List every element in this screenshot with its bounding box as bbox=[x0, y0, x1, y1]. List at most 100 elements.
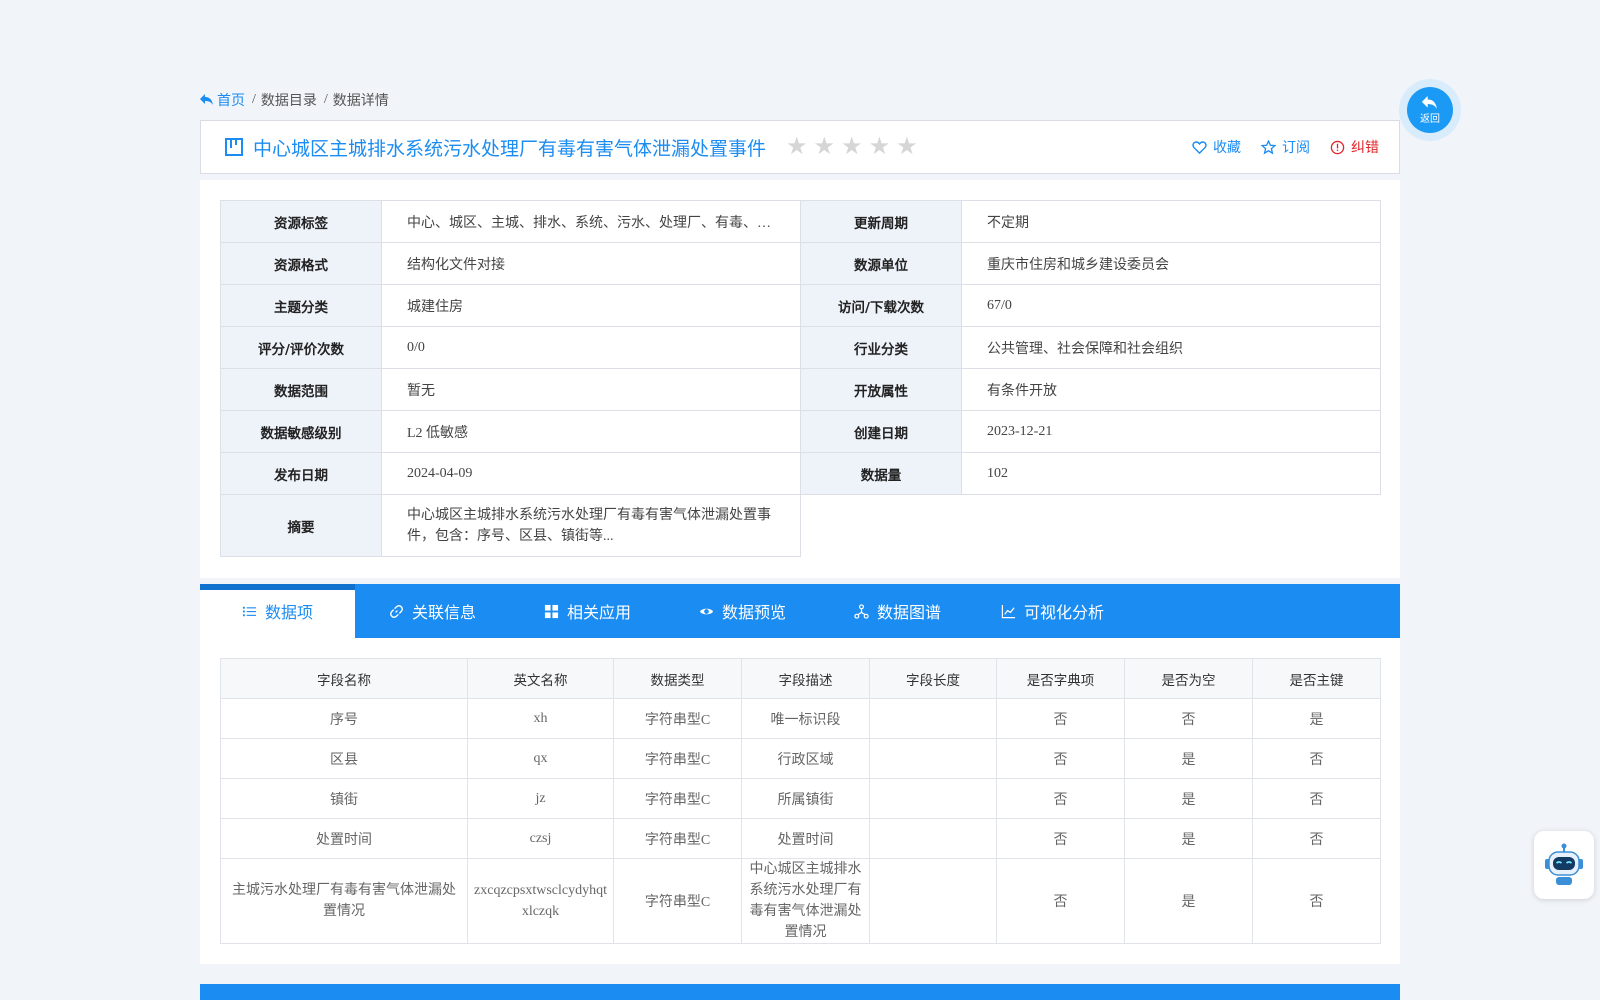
table-cell: 镇街 bbox=[220, 778, 468, 819]
table-cell: 否 bbox=[1124, 698, 1253, 739]
info-value: 公共管理、社会保障和社会组织 bbox=[961, 326, 1381, 369]
back-button-inner: 返回 bbox=[1407, 87, 1453, 133]
table-cell: 否 bbox=[1252, 858, 1381, 944]
cell-line: 系统污水处理厂有 bbox=[749, 883, 862, 898]
table-cell: 字符串型C bbox=[613, 698, 742, 739]
table-cell: 字符串型C bbox=[613, 858, 742, 944]
table-cell bbox=[869, 818, 997, 859]
tab-visual-analysis[interactable]: 可视化分析 bbox=[975, 584, 1130, 638]
table-cell: 否 bbox=[1252, 818, 1381, 859]
info-value: 2023-12-21 bbox=[961, 410, 1381, 453]
table-row: 序号 xh 字符串型C 唯一标识段 否 否 是 bbox=[220, 698, 1381, 739]
star-icon[interactable]: ★ bbox=[814, 135, 836, 159]
table-cell: 是 bbox=[1252, 698, 1381, 739]
info-label: 资源格式 bbox=[220, 242, 382, 285]
table-cell: 唯一标识段 bbox=[741, 698, 870, 739]
cell-line: 中心城区主城排水 bbox=[749, 862, 862, 877]
table-cell: 中心城区主城排水 系统污水处理厂有 毒有害气体泄漏处 置情况 bbox=[741, 858, 870, 944]
tab-related-info[interactable]: 关联信息 bbox=[355, 584, 510, 638]
table-cell: 否 bbox=[996, 738, 1125, 779]
breadcrumb-separator: / bbox=[323, 92, 328, 107]
fields-panel: 字段名称 英文名称 数据类型 字段描述 字段长度 是否字典项 是否为空 是否主键… bbox=[200, 638, 1400, 964]
info-row: 资源格式 结构化文件对接 数源单位 重庆市住房和城乡建设委员会 bbox=[220, 242, 1381, 285]
column-header: 数据类型 bbox=[613, 658, 742, 699]
breadcrumb-home-label: 首页 bbox=[217, 94, 245, 109]
tabs-bar: 数据项 关联信息 相关应用 数据预览 数据图谱 可视化分析 bbox=[200, 584, 1400, 638]
page-title: 中心城区主城排水系统污水处理厂有毒有害气体泄漏处置事件 bbox=[253, 137, 767, 160]
info-label: 评分/评价次数 bbox=[220, 326, 382, 369]
back-arrow-icon bbox=[200, 94, 213, 105]
resource-tags: 中心、城区、主城、排水、系统、污水、处理厂、有毒、有害、气体、泄漏、处置、事件 bbox=[407, 215, 775, 231]
breadcrumb-home[interactable]: 首页 bbox=[200, 90, 245, 110]
tab-related-apps[interactable]: 相关应用 bbox=[510, 584, 665, 638]
table-cell: 是 bbox=[1124, 778, 1253, 819]
tab-label: 数据项 bbox=[264, 603, 313, 622]
info-value: L2 低敏感 bbox=[381, 410, 801, 453]
table-cell: 主城污水处理厂有毒有害气体泄漏处 置情况 bbox=[220, 858, 468, 944]
list-icon bbox=[242, 606, 257, 616]
cell-line: 置情况 bbox=[323, 904, 365, 919]
breadcrumb-detail: 数据详情 bbox=[332, 94, 389, 109]
next-section-header bbox=[200, 984, 1400, 1000]
info-row: 资源标签 中心、城区、主城、排水、系统、污水、处理厂、有毒、有害、气体、泄漏、处… bbox=[220, 200, 1381, 243]
column-header: 是否主键 bbox=[1252, 658, 1381, 699]
table-cell: 区县 bbox=[220, 738, 468, 779]
back-button[interactable]: 返回 bbox=[1399, 79, 1461, 141]
info-table: 资源标签 中心、城区、主城、排水、系统、污水、处理厂、有毒、有害、气体、泄漏、处… bbox=[220, 200, 1381, 557]
table-header-row: 字段名称 英文名称 数据类型 字段描述 字段长度 是否字典项 是否为空 是否主键 bbox=[220, 658, 1381, 699]
back-arrow-icon bbox=[1421, 95, 1437, 109]
assistant-robot-button[interactable] bbox=[1534, 831, 1594, 899]
rating-stars[interactable]: ★ ★ ★ ★ ★ bbox=[786, 135, 918, 159]
star-icon[interactable]: ★ bbox=[896, 135, 918, 159]
info-label: 数据量 bbox=[800, 452, 962, 495]
cell-line: 主城污水处理厂有毒有害气体泄漏处 bbox=[232, 883, 456, 898]
info-value: 暂无 bbox=[381, 368, 801, 411]
subscribe-button[interactable]: 订阅 bbox=[1261, 137, 1310, 157]
breadcrumb-catalog[interactable]: 数据目录 bbox=[261, 90, 317, 110]
info-label: 访问/下载次数 bbox=[800, 284, 962, 327]
column-header: 字段描述 bbox=[741, 658, 870, 699]
column-header: 字段名称 bbox=[220, 658, 468, 699]
table-cell: 是 bbox=[1124, 738, 1253, 779]
info-row-summary: 摘要 中心城区主城排水系统污水处理厂有毒有害气体泄漏处置事 件，包含：序号、区县… bbox=[220, 494, 1381, 557]
table-cell: jz bbox=[467, 778, 614, 819]
info-panel: 资源标签 中心、城区、主城、排水、系统、污水、处理厂、有毒、有害、气体、泄漏、处… bbox=[200, 180, 1400, 578]
info-value: 城建住房 bbox=[381, 284, 801, 327]
table-cell: xh bbox=[467, 698, 614, 739]
summary-line: 件，包含：序号、区县、镇街等... bbox=[407, 528, 614, 544]
table-cell: 否 bbox=[996, 778, 1125, 819]
info-value: 不定期 bbox=[961, 200, 1381, 243]
empty-cell bbox=[961, 494, 1381, 557]
cell-line: 毒有害气体泄漏处 bbox=[749, 904, 862, 919]
info-label: 行业分类 bbox=[800, 326, 962, 369]
fields-table: 字段名称 英文名称 数据类型 字段描述 字段长度 是否字典项 是否为空 是否主键… bbox=[220, 658, 1381, 944]
star-icon[interactable]: ★ bbox=[841, 135, 863, 159]
cell-line: xlczqk bbox=[521, 904, 560, 919]
tab-data-graph[interactable]: 数据图谱 bbox=[820, 584, 975, 638]
breadcrumb-separator: / bbox=[252, 92, 256, 107]
info-label: 数据敏感级别 bbox=[220, 410, 382, 453]
heart-icon bbox=[1192, 140, 1207, 154]
table-cell: zxcqzcpsxtwsclcydyhqt xlczqk bbox=[467, 858, 614, 944]
info-label: 开放属性 bbox=[800, 368, 962, 411]
info-value: 重庆市住房和城乡建设委员会 bbox=[961, 242, 1381, 285]
tab-data-preview[interactable]: 数据预览 bbox=[665, 584, 820, 638]
info-label: 更新周期 bbox=[800, 200, 962, 243]
column-header: 英文名称 bbox=[467, 658, 614, 699]
star-icon[interactable]: ★ bbox=[786, 135, 808, 159]
report-error-button[interactable]: 纠错 bbox=[1330, 137, 1379, 157]
table-row: 主城污水处理厂有毒有害气体泄漏处 置情况 zxcqzcpsxtwsclcydyh… bbox=[220, 858, 1381, 944]
eye-icon bbox=[699, 608, 714, 614]
tab-data-items[interactable]: 数据项 bbox=[200, 584, 355, 638]
table-row: 镇街 jz 字符串型C 所属镇街 否 是 否 bbox=[220, 778, 1381, 819]
table-cell: 字符串型C bbox=[613, 778, 742, 819]
info-row: 发布日期 2024-04-09 数据量 102 bbox=[220, 452, 1381, 495]
subscribe-label: 订阅 bbox=[1282, 140, 1310, 156]
info-row: 评分/评价次数 0/0 行业分类 公共管理、社会保障和社会组织 bbox=[220, 326, 1381, 369]
alert-circle-icon bbox=[1330, 140, 1345, 154]
column-header: 是否字典项 bbox=[996, 658, 1125, 699]
favorite-button[interactable]: 收藏 bbox=[1192, 137, 1241, 157]
table-cell: 所属镇街 bbox=[741, 778, 870, 819]
star-icon[interactable]: ★ bbox=[869, 135, 891, 159]
table-cell: 字符串型C bbox=[613, 818, 742, 859]
